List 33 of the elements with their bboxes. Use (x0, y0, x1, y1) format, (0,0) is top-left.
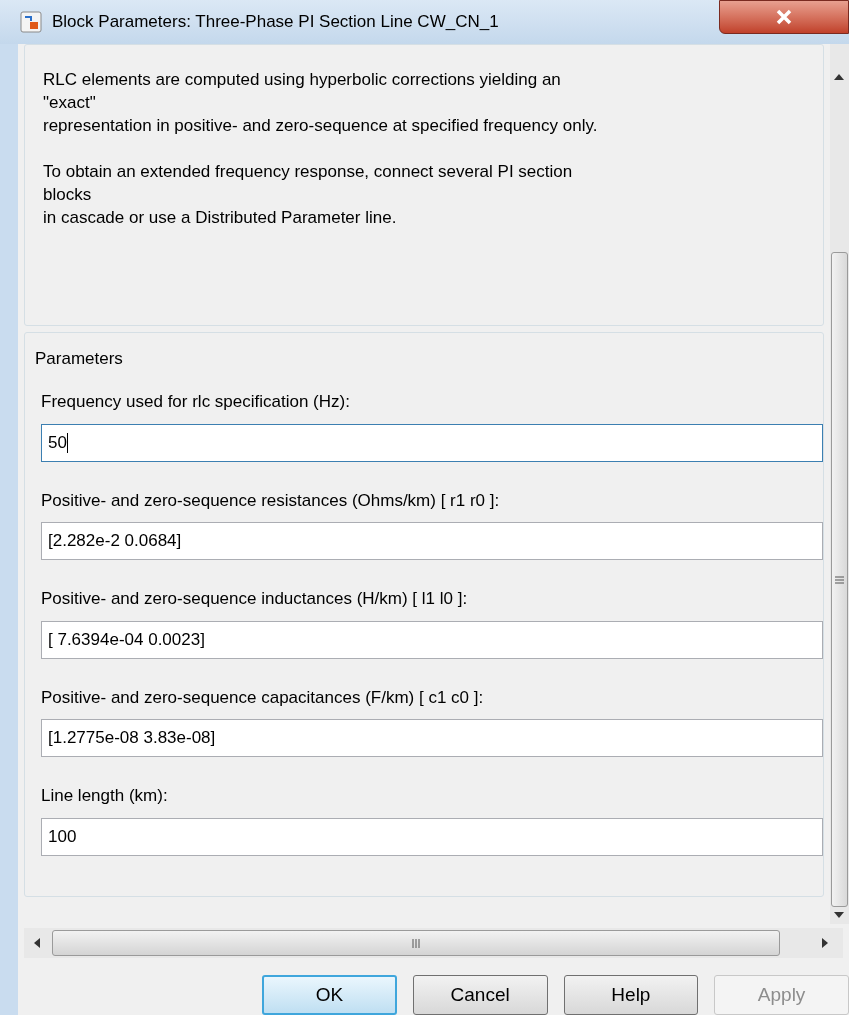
vertical-scrollbar[interactable] (830, 44, 849, 924)
scrollbar-thumb[interactable] (831, 252, 848, 907)
field-label: Positive- and zero-sequence inductances (H/km) [ l1 l0 ]: (41, 588, 469, 610)
description-text: representation in positive- and zero-sequence at specified frequency only. (43, 115, 599, 137)
window-title: Block Parameters: Three-Phase PI Section Line CW_CN_1 (52, 11, 499, 34)
description-text: in cascade or use a Distributed Parameter line. (43, 207, 398, 229)
field-label: Positive- and zero-sequence capacitances (F/km) [ c1 c0 ]: (41, 686, 485, 709)
app-icon (20, 11, 42, 33)
dialog-button[interactable]: Help (563, 975, 699, 1015)
scroll-up-icon[interactable] (834, 74, 844, 80)
scroll-left-icon[interactable] (34, 938, 40, 948)
description-text: RLC elements are computed using hyperbolic corrections yielding an (43, 69, 562, 91)
field-label: Frequency used for rlc specification (Hz): (41, 391, 351, 413)
scroll-right-icon[interactable] (822, 938, 828, 948)
field-label: Line length (km): (41, 785, 169, 807)
grip-icon (835, 575, 844, 584)
scrollbar-thumb[interactable] (52, 930, 780, 956)
horizontal-scrollbar[interactable] (24, 928, 843, 958)
description-text: blocks (43, 184, 93, 206)
input-field[interactable]: 50 (41, 423, 823, 462)
close-button[interactable] (719, 0, 849, 34)
description-text: To obtain an extended frequency response, connect several PI section (43, 161, 574, 183)
scroll-down-icon[interactable] (834, 912, 844, 918)
input-field[interactable]: [ 7.6394e-04 0.0023] (41, 620, 823, 659)
dialog-button[interactable]: Cancel (412, 975, 548, 1015)
input-field[interactable]: 100 (41, 817, 823, 856)
close-icon (775, 9, 793, 25)
input-field[interactable]: [1.2775e-08 3.83e-08] (41, 719, 823, 757)
grip-icon (412, 938, 420, 948)
input-field[interactable]: [2.282e-2 0.0684] (41, 522, 823, 560)
field-label: Positive- and zero-sequence resistances (Ohms/km) [ r1 r0 ]: (41, 489, 501, 512)
dialog-button[interactable]: OK (262, 975, 397, 1015)
description-text: "exact" (43, 92, 97, 114)
